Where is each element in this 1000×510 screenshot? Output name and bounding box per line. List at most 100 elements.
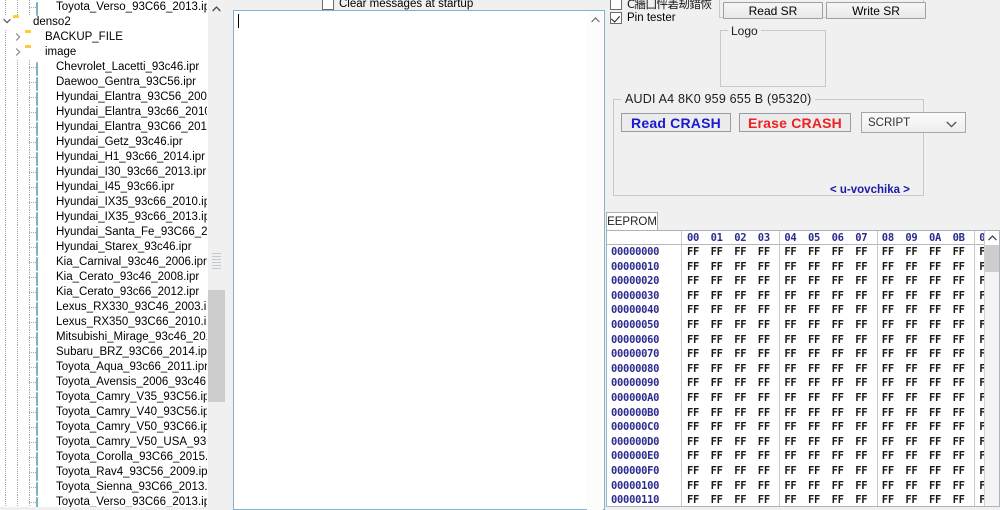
hex-row-container[interactable]: 00000000 FF FF FF FF FF FF FF FF FF FF FF FF FF FF FF FF… xyxy=(607,245,999,506)
hex-byte[interactable]: FF xyxy=(855,290,867,302)
hex-byte[interactable]: FF xyxy=(905,246,917,258)
hex-byte[interactable]: FF xyxy=(687,465,699,477)
hex-byte[interactable]: FF xyxy=(953,348,965,360)
tree-file-item[interactable]: Lexus_RX330_93C46_2003.ipr xyxy=(0,300,216,316)
hex-byte[interactable]: FF xyxy=(832,480,844,492)
hex-byte[interactable]: FF xyxy=(929,377,941,389)
hex-byte[interactable]: FF xyxy=(687,480,699,492)
tree-folder-item[interactable]: denso2 xyxy=(0,15,210,30)
hex-byte[interactable]: FF xyxy=(734,407,746,419)
hex-byte[interactable]: FF xyxy=(808,407,820,419)
hex-byte[interactable]: FF xyxy=(758,436,770,448)
hex-byte[interactable]: FF xyxy=(929,450,941,462)
hex-byte[interactable]: FF xyxy=(758,465,770,477)
hex-byte[interactable]: FF xyxy=(687,363,699,375)
tree-folder-item[interactable]: BACKUP_FILE xyxy=(0,30,210,45)
hex-byte[interactable]: FF xyxy=(758,304,770,316)
tree-file-item[interactable]: Kia_Cerato_93c46_2008.ipr xyxy=(0,270,210,286)
hex-byte[interactable]: FF xyxy=(734,436,746,448)
hex-row[interactable]: 000000E0FFFFFFFFFFFFFFFFFFFFFFFFFFFFFFFF xyxy=(607,449,999,464)
hex-row[interactable]: 00000020FFFFFFFFFFFFFFFFFFFFFFFFFFFFFFFF xyxy=(607,274,999,289)
hex-byte[interactable]: FF xyxy=(808,392,820,404)
hex-byte[interactable]: FF xyxy=(758,480,770,492)
scrollbar-thumb[interactable] xyxy=(985,245,999,272)
hex-byte[interactable]: FF xyxy=(758,261,770,273)
chevron-right-icon[interactable] xyxy=(12,45,25,60)
hex-byte[interactable]: FF xyxy=(953,421,965,433)
tree-file-item[interactable]: Hyundai_Elantra_93c66_2010.ipr xyxy=(0,105,224,121)
hex-byte[interactable]: FF xyxy=(905,377,917,389)
hex-byte[interactable]: FF xyxy=(808,348,820,360)
tree-file-item[interactable]: Hyundai_Starex_93c46.ipr xyxy=(0,240,210,256)
hex-byte[interactable]: FF xyxy=(711,436,723,448)
hex-byte[interactable]: FF xyxy=(711,377,723,389)
hex-byte[interactable]: FF xyxy=(687,275,699,287)
hex-byte[interactable]: FF xyxy=(905,436,917,448)
hex-byte[interactable]: FF xyxy=(784,421,796,433)
hex-byte[interactable]: FF xyxy=(808,377,820,389)
hex-byte[interactable]: FF xyxy=(711,304,723,316)
scroll-up-arrow-icon[interactable] xyxy=(985,231,999,245)
hex-row[interactable]: 000000C0FFFFFFFFFFFFFFFFFFFFFFFFFFFFFFFF xyxy=(607,420,999,435)
hex-row[interactable]: 00000050FFFFFFFFFFFFFFFFFFFFFFFFFFFFFFFF xyxy=(607,318,999,333)
tree-file-item[interactable]: Toyota_Corolla_93C66_2015.ipr xyxy=(0,450,221,466)
hex-byte[interactable]: FF xyxy=(905,407,917,419)
hex-byte[interactable]: FF xyxy=(687,407,699,419)
hex-byte[interactable]: FF xyxy=(855,304,867,316)
hex-byte[interactable]: FF xyxy=(929,421,941,433)
hex-byte[interactable]: FF xyxy=(929,334,941,346)
hex-byte[interactable]: FF xyxy=(953,377,965,389)
hex-byte[interactable]: FF xyxy=(855,246,867,258)
hex-byte[interactable]: FF xyxy=(687,436,699,448)
hex-byte[interactable]: FF xyxy=(784,290,796,302)
hex-byte[interactable]: FF xyxy=(882,348,894,360)
hex-row[interactable]: 000000D0FFFFFFFFFFFFFFFFFFFFFFFFFFFFFFFF xyxy=(607,435,999,450)
hex-byte[interactable]: FF xyxy=(882,377,894,389)
hex-byte[interactable]: FF xyxy=(734,392,746,404)
hex-byte[interactable]: FF xyxy=(758,392,770,404)
hex-byte[interactable]: FF xyxy=(808,334,820,346)
hex-row[interactable]: 00000070FFFFFFFFFFFFFFFFFFFFFFFFFFFFFFFF xyxy=(607,347,999,362)
hex-byte[interactable]: FF xyxy=(711,334,723,346)
hex-byte[interactable]: FF xyxy=(832,334,844,346)
hex-byte[interactable]: FF xyxy=(784,334,796,346)
tree-file-item[interactable]: Mitsubishi_Mirage_93c46_2013.ipr xyxy=(0,330,224,346)
tree-file-item[interactable]: Toyota_Camry_V40_93C56.ipr xyxy=(0,405,213,421)
hex-byte[interactable]: FF xyxy=(687,304,699,316)
tree-file-item[interactable]: Hyundai_Getz_93c46.ipr xyxy=(0,135,210,151)
clear-messages-checkbox-box[interactable] xyxy=(322,0,334,10)
hex-byte[interactable]: FF xyxy=(905,275,917,287)
hex-byte[interactable]: FF xyxy=(855,275,867,287)
tree-file-item[interactable]: Kia_Cerato_93c66_2012.ipr xyxy=(0,285,210,301)
hex-byte[interactable]: FF xyxy=(758,319,770,331)
hex-byte[interactable]: FF xyxy=(808,421,820,433)
hex-byte[interactable]: FF xyxy=(929,246,941,258)
hex-byte[interactable]: FF xyxy=(905,465,917,477)
hex-byte[interactable]: FF xyxy=(711,480,723,492)
pin-tester-checkbox[interactable]: Pin tester xyxy=(610,12,676,24)
hex-byte[interactable]: FF xyxy=(929,363,941,375)
hex-byte[interactable]: FF xyxy=(711,465,723,477)
hex-byte[interactable]: FF xyxy=(855,261,867,273)
hex-byte[interactable]: FF xyxy=(832,465,844,477)
hex-byte[interactable]: FF xyxy=(808,494,820,506)
hex-byte[interactable]: FF xyxy=(882,363,894,375)
hex-byte[interactable]: FF xyxy=(734,450,746,462)
hex-byte[interactable]: FF xyxy=(808,246,820,258)
hex-byte[interactable]: FF xyxy=(758,290,770,302)
hex-byte[interactable]: FF xyxy=(882,334,894,346)
garbled-option-checkbox[interactable]: C牆囗怦砉刼錯恢 xyxy=(610,0,712,12)
tree-file-item[interactable]: Toyota_Sienna_93C66_2013.ipr xyxy=(0,480,220,496)
tree-file-item[interactable]: Hyundai_I30_93c66_2013.ipr xyxy=(0,165,210,181)
hex-byte[interactable]: FF xyxy=(905,494,917,506)
hex-byte[interactable]: FF xyxy=(734,465,746,477)
hex-row[interactable]: 00000100FFFFFFFFFFFFFFFFFFFFFFFFFFFFFFFF xyxy=(607,479,999,494)
hex-byte[interactable]: FF xyxy=(953,275,965,287)
hex-byte[interactable]: FF xyxy=(832,494,844,506)
hex-byte[interactable]: FF xyxy=(905,304,917,316)
erase-crash-button[interactable]: Erase CRASH xyxy=(739,113,851,132)
hex-byte[interactable]: FF xyxy=(734,246,746,258)
hex-byte[interactable]: FF xyxy=(855,465,867,477)
hex-byte[interactable]: FF xyxy=(929,319,941,331)
hex-byte[interactable]: FF xyxy=(711,363,723,375)
